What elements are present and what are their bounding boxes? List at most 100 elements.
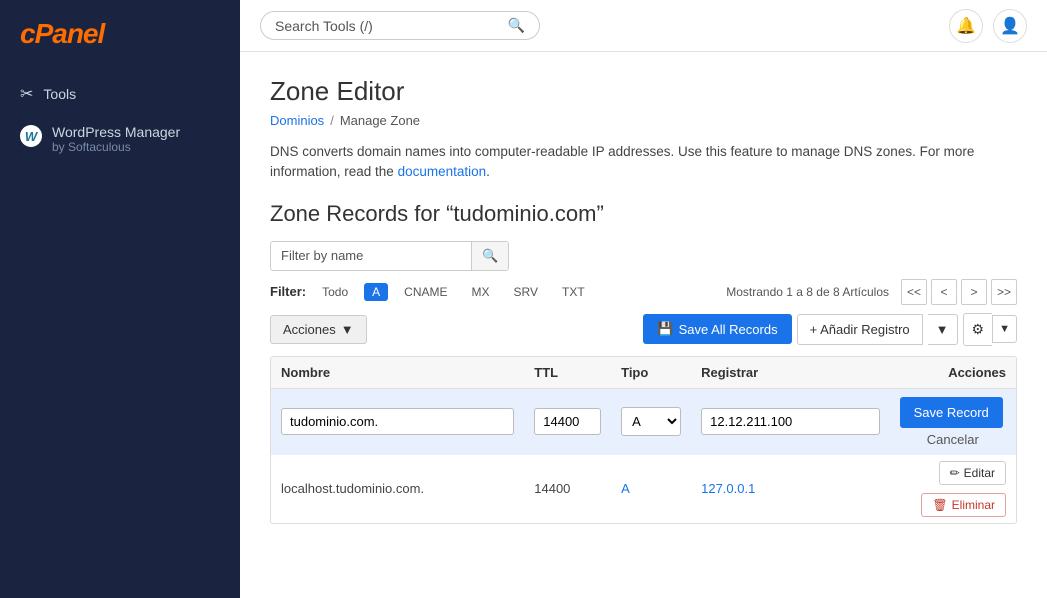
table-row-edit: A Save Record Cancelar: [271, 388, 1016, 455]
filter-input[interactable]: [271, 242, 471, 269]
wordpress-sub: by Softaculous: [52, 140, 180, 154]
sidebar-item-label-tools: Tools: [43, 86, 76, 102]
sidebar: cPanel ✂ Tools W WordPress Manager by So…: [0, 0, 240, 598]
desc-end: .: [486, 164, 490, 179]
edit-tipo-select[interactable]: A: [621, 407, 681, 436]
sidebar-nav: ✂ Tools W WordPress Manager by Softaculo…: [0, 66, 240, 172]
save-all-button[interactable]: 💾 Save All Records: [643, 314, 791, 344]
gear-button[interactable]: ⚙: [963, 313, 993, 346]
logo-panel: Panel: [35, 18, 105, 49]
col-tipo-header: Tipo: [611, 357, 691, 389]
sidebar-item-wordpress[interactable]: W WordPress Manager by Softaculous: [0, 114, 240, 164]
acciones-label: Acciones: [283, 322, 336, 337]
filter-tag-a[interactable]: A: [364, 283, 388, 301]
pagination-section: Mostrando 1 a 8 de 8 Artículos << < > >>: [726, 279, 1017, 305]
user-button[interactable]: 👤: [993, 9, 1027, 43]
filter-input-wrap: 🔍: [270, 241, 509, 271]
edit-icon: ✏: [950, 466, 960, 480]
search-box[interactable]: 🔍: [260, 11, 540, 40]
filter-tag-mx[interactable]: MX: [464, 283, 498, 301]
add-dropdown-icon: ▼: [936, 322, 949, 337]
gear-dropdown-icon: ▼: [999, 323, 1010, 335]
breadcrumb-current: Manage Zone: [340, 113, 420, 128]
page-next-button[interactable]: >: [961, 279, 987, 305]
edit-nombre-input[interactable]: [281, 408, 514, 435]
records-table-wrap: Nombre TTL Tipo Registrar Acciones: [270, 356, 1017, 524]
wordpress-icon: W: [20, 125, 42, 147]
search-icon[interactable]: 🔍: [508, 17, 525, 34]
acciones-button[interactable]: Acciones ▼: [270, 315, 367, 344]
col-nombre-header: Nombre: [271, 357, 524, 389]
col-ttl-header: TTL: [524, 357, 611, 389]
top-row: Filter: Todo A CNAME MX SRV TXT Mostrand…: [270, 279, 1017, 305]
header: 🔍 🔔 👤: [240, 0, 1047, 52]
filter-tag-cname[interactable]: CNAME: [396, 283, 455, 301]
edit-row-registrar-cell: [691, 388, 890, 455]
logo-c: c: [20, 18, 35, 49]
desc-main: DNS converts domain names into computer-…: [270, 144, 974, 179]
filter-tag-srv[interactable]: SRV: [506, 283, 546, 301]
edit-button[interactable]: ✏ Editar: [939, 461, 1006, 485]
gear-dropdown-button[interactable]: ▼: [992, 315, 1017, 343]
row-acciones-cell: ✏ Editar 🗑 Eliminar: [890, 455, 1016, 523]
edit-registrar-input[interactable]: [701, 408, 880, 435]
table-row: localhost.tudominio.com. 14400 A 127.0.0…: [271, 455, 1016, 523]
notification-button[interactable]: 🔔: [949, 9, 983, 43]
row-registrar: 127.0.0.1: [691, 455, 890, 523]
cancel-link[interactable]: Cancelar: [900, 432, 1006, 447]
edit-row-nombre-cell: [271, 388, 524, 455]
breadcrumb: Dominios / Manage Zone: [270, 113, 1017, 128]
content-area: Zone Editor Dominios / Manage Zone DNS c…: [240, 52, 1047, 598]
filter-row: 🔍: [270, 241, 1017, 271]
user-icon: 👤: [1000, 16, 1020, 36]
search-input[interactable]: [275, 18, 500, 34]
filter-section: Filter: Todo A CNAME MX SRV TXT: [270, 283, 593, 301]
edit-row-ttl-cell: [524, 388, 611, 455]
row-nombre: localhost.tudominio.com.: [271, 455, 524, 523]
row-tipo: A: [611, 455, 691, 523]
pagination-info: Mostrando 1 a 8 de 8 Artículos: [726, 285, 889, 299]
add-registro-button[interactable]: + Añadir Registro: [797, 314, 923, 345]
add-registro-label: + Añadir Registro: [810, 322, 910, 337]
wordpress-text: WordPress Manager by Softaculous: [52, 124, 180, 154]
edit-label: Editar: [964, 466, 995, 480]
col-acciones-header: Acciones: [890, 357, 1016, 389]
edit-row-acciones-cell: Save Record Cancelar: [890, 388, 1016, 455]
gear-icon: ⚙: [972, 321, 985, 337]
col-registrar-header: Registrar: [691, 357, 890, 389]
table-header-row: Nombre TTL Tipo Registrar Acciones: [271, 357, 1016, 389]
save-record-button[interactable]: Save Record: [900, 397, 1003, 428]
records-table: Nombre TTL Tipo Registrar Acciones: [271, 357, 1016, 523]
edit-ttl-input[interactable]: [534, 408, 601, 435]
page-prev-button[interactable]: <: [931, 279, 957, 305]
save-all-label: Save All Records: [679, 322, 778, 337]
filter-tag-txt[interactable]: TXT: [554, 283, 593, 301]
tools-icon: ✂: [20, 84, 33, 104]
breadcrumb-separator: /: [330, 113, 334, 128]
action-right: 💾 Save All Records + Añadir Registro ▼ ⚙…: [643, 313, 1017, 346]
gear-btn-wrap: ⚙ ▼: [963, 313, 1017, 346]
row-actions: ✏ Editar 🗑 Eliminar: [900, 461, 1006, 517]
filter-tag-all[interactable]: Todo: [314, 283, 356, 301]
filter-label: Filter:: [270, 284, 306, 299]
docs-link[interactable]: documentation: [398, 164, 487, 179]
edit-row-tipo-cell: A: [611, 388, 691, 455]
page-last-button[interactable]: >>: [991, 279, 1017, 305]
page-first-button[interactable]: <<: [901, 279, 927, 305]
breadcrumb-parent[interactable]: Dominios: [270, 113, 324, 128]
section-title: Zone Records for “tudominio.com”: [270, 201, 1017, 227]
filter-search-button[interactable]: 🔍: [471, 242, 508, 270]
acciones-dropdown-icon: ▼: [341, 322, 354, 337]
add-registro-dropdown-button[interactable]: ▼: [928, 314, 958, 345]
delete-button[interactable]: 🗑 Eliminar: [921, 493, 1006, 517]
notification-icon: 🔔: [956, 16, 976, 36]
row-ttl: 14400: [524, 455, 611, 523]
wordpress-title: WordPress Manager: [52, 124, 180, 140]
action-row: Acciones ▼ 💾 Save All Records + Añadir R…: [270, 313, 1017, 346]
sidebar-item-tools[interactable]: ✂ Tools: [0, 74, 240, 114]
sidebar-logo-area: cPanel: [0, 0, 240, 66]
delete-label: Eliminar: [952, 498, 995, 512]
save-icon: 💾: [657, 321, 673, 337]
description-text: DNS converts domain names into computer-…: [270, 142, 1017, 183]
cpanel-logo: cPanel: [20, 18, 220, 50]
